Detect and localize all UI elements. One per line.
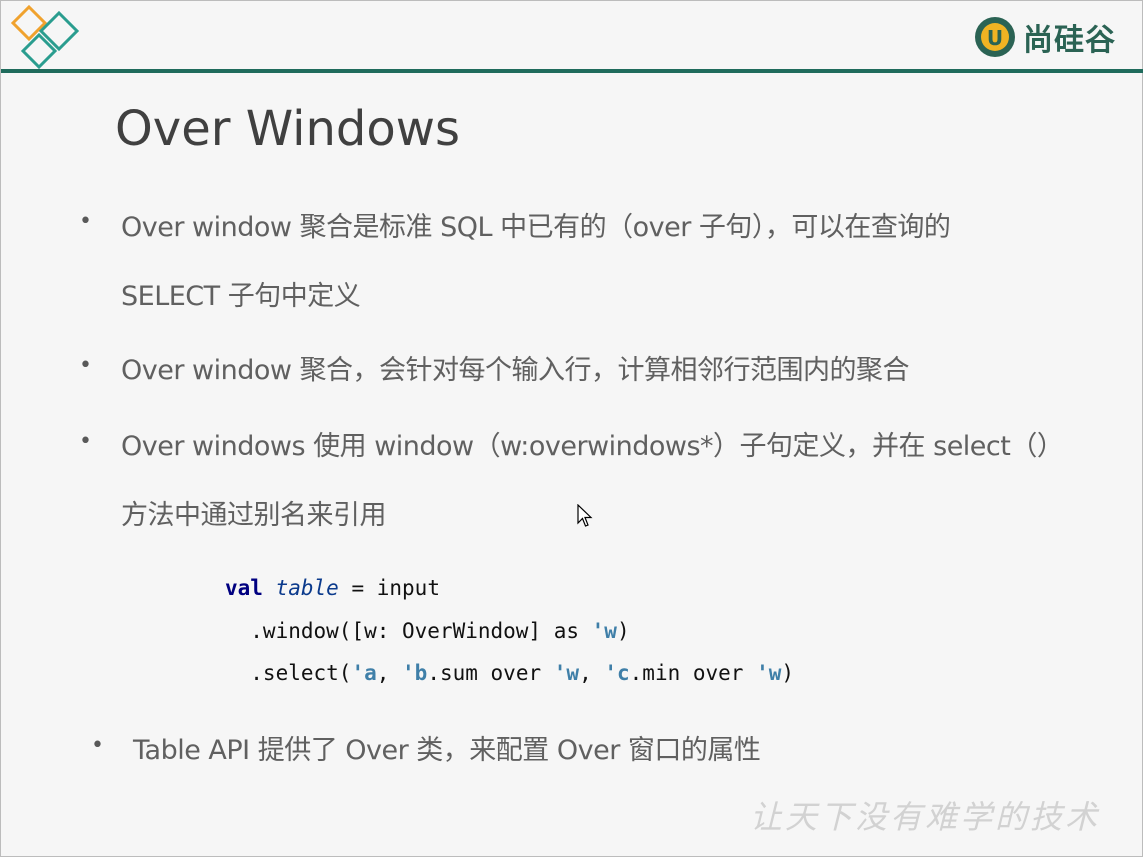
code-text: .select( <box>225 661 352 685</box>
bullet-marker: • <box>91 733 104 758</box>
code-symbol: 'b <box>402 661 428 685</box>
mouse-cursor-icon <box>577 504 593 527</box>
code-symbol: 'w <box>756 661 782 685</box>
brand-logo-letter: U <box>987 26 1003 50</box>
bullet-1-line-2: SELECT 子句中定义 <box>121 281 361 312</box>
brand: U 尚硅谷 <box>973 15 1116 59</box>
slide-title: Over Windows <box>115 101 460 157</box>
header-divider <box>1 69 1143 73</box>
code-symbol: 'a <box>351 661 377 685</box>
code-text: , <box>376 661 403 685</box>
code-line-2: .window([w: OverWindow] as 'w) <box>225 619 630 643</box>
code-text: ) <box>616 619 630 643</box>
bullet-marker: • <box>79 353 92 378</box>
code-keyword: val <box>225 576 263 600</box>
code-symbol: 'c <box>604 661 630 685</box>
bullet-3-line-1: Over windows 使用 window（w:overwindows*）子句… <box>121 431 1064 462</box>
code-line-1: val table = input <box>225 576 440 600</box>
bullet-marker: • <box>79 209 92 234</box>
code-text: ) <box>781 661 795 685</box>
code-text: .sum over <box>427 661 554 685</box>
brand-name: 尚硅谷 <box>1023 23 1116 58</box>
watermark: 让天下没有难学的技术 <box>749 798 1100 836</box>
code-text: , <box>579 661 605 685</box>
bullet-4-line-1: Table API 提供了 Over 类，来配置 Over 窗口的属性 <box>133 735 761 766</box>
bullet-marker: • <box>79 429 92 454</box>
code-symbol: 'w <box>553 661 580 685</box>
brand-logo-icon: U <box>975 17 1015 57</box>
slide-header: U 尚硅谷 <box>1 1 1143 75</box>
bullet-3-line-2: 方法中通过别名来引用 <box>121 500 387 531</box>
bullet-2-line-1: Over window 聚合，会针对每个输入行，计算相邻行范围内的聚合 <box>121 355 910 386</box>
code-line-3: .select('a, 'b.sum over 'w, 'c.min over … <box>225 661 794 685</box>
code-text: .window([w: OverWindow] as <box>225 619 592 643</box>
code-symbol: 'w <box>591 619 617 643</box>
slide-frame: U 尚硅谷 Over Windows • Over window 聚合是标准 S… <box>0 0 1143 857</box>
diamond-logo-icon <box>10 5 80 70</box>
code-text: .min over <box>629 661 757 685</box>
bullet-1-line-1: Over window 聚合是标准 SQL 中已有的（over 子句），可以在查… <box>121 212 951 243</box>
code-variable: table <box>275 576 339 600</box>
code-text: = input <box>338 576 440 600</box>
